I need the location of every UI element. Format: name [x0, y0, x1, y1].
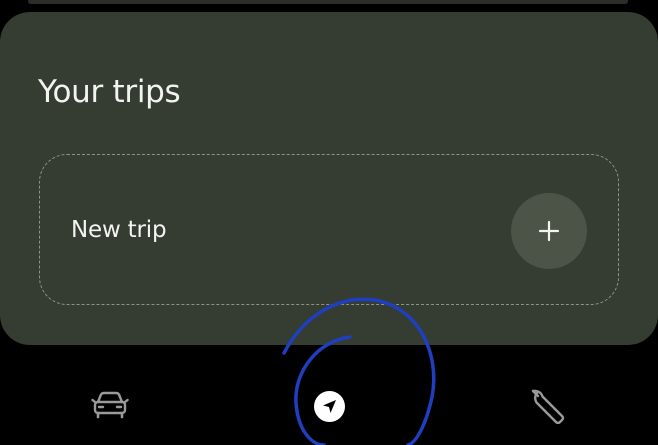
add-trip-button[interactable]	[511, 193, 587, 269]
trips-card: Your trips New trip	[0, 12, 658, 345]
nav-navigate-tab[interactable]	[306, 383, 352, 429]
wrench-icon	[531, 389, 565, 424]
app-screen: Your trips New trip	[0, 0, 658, 445]
bottom-navigation	[0, 345, 658, 445]
top-divider	[28, 0, 628, 4]
nav-service-tab[interactable]	[524, 383, 572, 429]
new-trip-card[interactable]: New trip	[39, 154, 619, 305]
new-trip-label: New trip	[71, 217, 167, 243]
nav-navigate-active-indicator	[313, 390, 345, 422]
plus-icon	[538, 220, 560, 242]
trips-title: Your trips	[38, 74, 181, 110]
car-icon	[91, 391, 129, 419]
nav-vehicle-tab[interactable]	[88, 383, 132, 427]
navigation-arrow-icon	[322, 399, 336, 413]
